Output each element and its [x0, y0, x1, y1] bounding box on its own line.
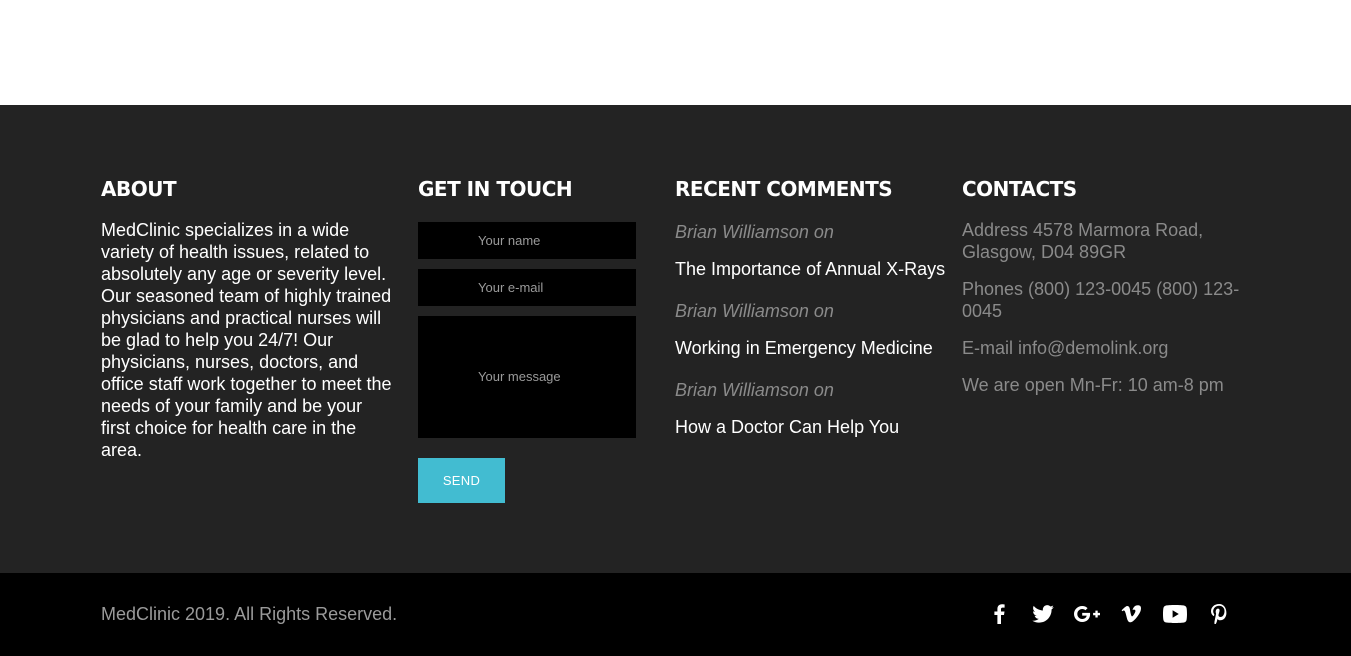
comment-author: Brian Williamson on: [675, 380, 834, 400]
about-section: ABOUT MedClinic specializes in a wide va…: [101, 175, 393, 461]
facebook-icon[interactable]: [984, 601, 1014, 627]
contact-list: Address 4578 Marmora Road, Glasgow, D04 …: [962, 219, 1242, 396]
content-area: [0, 0, 1351, 105]
contact-hours: We are open Mn-Fr: 10 am-8 pm: [962, 375, 1224, 395]
send-button[interactable]: SEND: [418, 458, 505, 503]
youtube-icon[interactable]: [1160, 601, 1190, 627]
contact-form-heading: GET IN TOUCH: [418, 177, 573, 201]
recent-comments-heading: RECENT COMMENTS: [675, 177, 893, 201]
comment-post-link[interactable]: The Importance of Annual X-Rays: [675, 258, 965, 280]
contacts-heading: CONTACTS: [962, 177, 1077, 201]
footer: ABOUT MedClinic specializes in a wide va…: [0, 105, 1351, 573]
contact-form-section: GET IN TOUCH SEND: [418, 175, 648, 503]
contact-email: E-mail info@demolink.org: [962, 338, 1169, 358]
google-plus-icon[interactable]: [1072, 601, 1102, 627]
vimeo-icon[interactable]: [1116, 601, 1146, 627]
message-textarea[interactable]: [418, 316, 636, 438]
contact-phones: Phones (800) 123-0045 (800) 123-0045: [962, 279, 1240, 321]
about-text: MedClinic specializes in a wide variety …: [101, 220, 392, 460]
contact-address: Address 4578 Marmora Road, Glasgow, D04 …: [962, 220, 1204, 262]
comment-item: Brian Williamson on How a Doctor Can Hel…: [675, 379, 965, 438]
comment-item: Brian Williamson on Working in Emergency…: [675, 300, 965, 359]
comment-author: Brian Williamson on: [675, 301, 834, 321]
recent-comments-section: RECENT COMMENTS Brian Williamson on The …: [675, 175, 955, 437]
email-input[interactable]: [418, 269, 636, 306]
about-heading: ABOUT: [101, 177, 177, 201]
copyright-text: MedClinic 2019. All Rights Reserved.: [101, 604, 398, 624]
comment-post-link[interactable]: Working in Emergency Medicine: [675, 337, 965, 359]
twitter-icon[interactable]: [1028, 601, 1058, 627]
comment-item: Brian Williamson on The Importance of An…: [675, 221, 965, 280]
comment-post-link[interactable]: How a Doctor Can Help You: [675, 416, 965, 438]
bottom-bar: MedClinic 2019. All Rights Reserved.: [0, 573, 1351, 656]
name-input[interactable]: [418, 222, 636, 259]
page: ABOUT MedClinic specializes in a wide va…: [0, 0, 1351, 656]
social-links: [984, 601, 1248, 627]
comment-author: Brian Williamson on: [675, 222, 834, 242]
contacts-section: CONTACTS Address 4578 Marmora Road, Glas…: [962, 175, 1242, 396]
pinterest-icon[interactable]: [1204, 601, 1234, 627]
comment-list: Brian Williamson on The Importance of An…: [675, 221, 965, 438]
